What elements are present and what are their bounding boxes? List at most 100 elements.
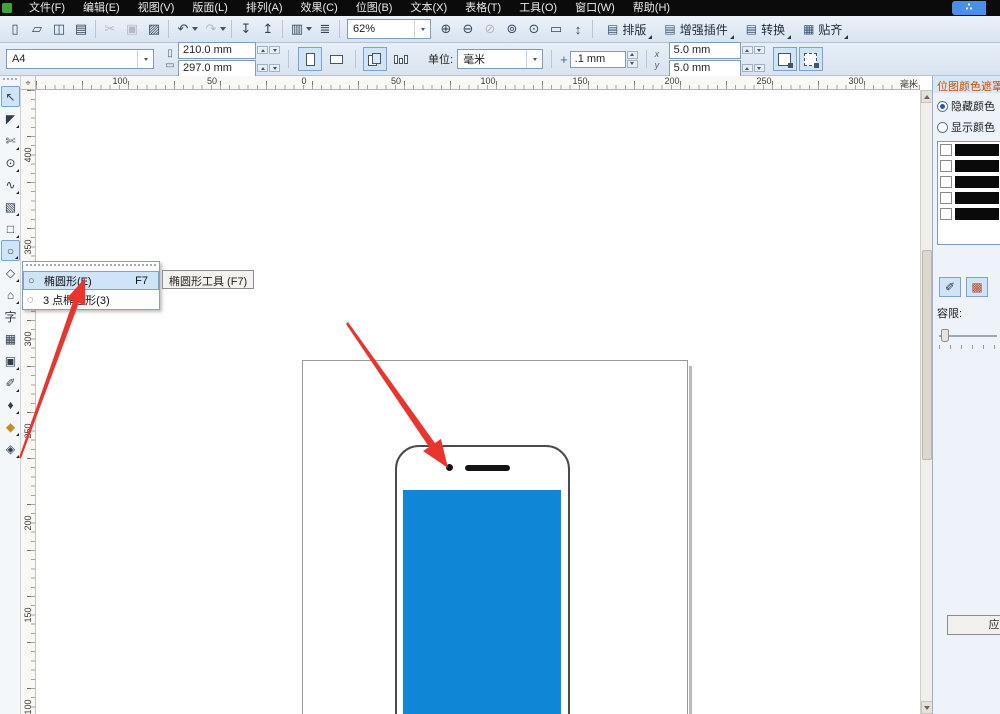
menu-effects[interactable]: 效果(C) (292, 0, 347, 16)
outline-pen-tool[interactable]: ♦ (1, 394, 20, 415)
zoom-in-icon[interactable]: ⊕ (435, 19, 457, 39)
mask-checkbox[interactable] (940, 192, 952, 204)
vertical-ruler[interactable]: 400 350 300 250 200 150 100 (21, 90, 36, 714)
height-spin-up[interactable] (257, 64, 268, 72)
paper-size-arrow[interactable] (137, 50, 153, 68)
facing-pages-button[interactable] (389, 47, 413, 71)
redo-dropdown-icon[interactable] (220, 27, 226, 31)
hide-colors-radio[interactable]: 隐藏颜色 (937, 98, 1000, 114)
menu-bitmaps[interactable]: 位图(B) (347, 0, 402, 16)
phone-body-shape[interactable] (395, 445, 570, 714)
app-launcher-dropdown-icon[interactable] (306, 27, 312, 31)
new-document-icon[interactable]: ▯ (4, 19, 26, 39)
rectangle-tool[interactable]: □ (1, 218, 20, 239)
table-tool[interactable]: ▦ (1, 328, 20, 349)
print-icon[interactable]: ▤ (70, 19, 92, 39)
tolerance-slider[interactable] (939, 329, 997, 343)
snap-to-button[interactable]: ▦ 贴齐 (796, 18, 849, 40)
paste-icon[interactable]: ▨ (143, 19, 165, 39)
portrait-button[interactable] (298, 47, 322, 71)
edit-color-button[interactable]: ▩ (966, 277, 988, 297)
nudge-offset-field[interactable]: .1 mm (569, 50, 626, 68)
vertical-scrollbar[interactable] (920, 90, 933, 714)
menu-help[interactable]: 帮助(H) (624, 0, 679, 16)
units-select[interactable]: 毫米 (457, 49, 544, 69)
menu-edit[interactable]: 编辑(E) (74, 0, 129, 16)
fill-tool[interactable]: ◆ (1, 416, 20, 437)
dupy-spin-down[interactable] (753, 64, 765, 72)
blend-tool[interactable]: ▣ (1, 350, 20, 371)
mask-row[interactable] (940, 192, 1000, 204)
landscape-button[interactable] (324, 47, 348, 71)
open-icon[interactable]: ▱ (26, 19, 48, 39)
menu-view[interactable]: 视图(V) (129, 0, 184, 16)
duplicate-x-field[interactable]: 5.0 mm (668, 41, 741, 59)
scrollbar-thumb[interactable] (922, 250, 932, 460)
all-pages-button[interactable] (363, 47, 387, 71)
zoom-all-icon[interactable]: ⊙ (523, 19, 545, 39)
color-selector-button[interactable]: ✐ (939, 277, 961, 297)
undo-icon[interactable]: ↶ (172, 19, 194, 39)
menu-file[interactable]: 文件(F) (20, 0, 74, 16)
basic-shapes-tool[interactable]: ⌂ (1, 284, 20, 305)
mask-checkbox[interactable] (940, 144, 952, 156)
cloud-overlay-button[interactable]: ∴ (952, 1, 986, 15)
dupy-spin-up[interactable] (741, 64, 753, 72)
typesetting-panel-button[interactable]: ▤ 排版 (600, 18, 653, 40)
show-colors-radio[interactable]: 显示颜色 (937, 119, 1000, 135)
zoom-tool[interactable]: ⊙ (1, 152, 20, 173)
polygon-tool[interactable]: ◇ (1, 262, 20, 283)
dupx-spin-up[interactable] (741, 46, 753, 54)
mask-row[interactable] (940, 160, 1000, 172)
mask-checkbox[interactable] (940, 176, 952, 188)
save-icon[interactable]: ◫ (48, 19, 70, 39)
menu-text[interactable]: 文本(X) (401, 0, 456, 16)
zoom-selected-icon[interactable]: ⊚ (501, 19, 523, 39)
paper-size-select[interactable]: A4 (6, 49, 154, 69)
flyout-drag-handle[interactable] (26, 264, 156, 269)
width-spin-up[interactable] (257, 46, 268, 54)
zoom-page-icon[interactable]: ▭ (545, 19, 567, 39)
options-icon[interactable]: ≣ (314, 19, 336, 39)
flyout-item-ellipse[interactable]: ○ 椭圆形(E) F7 (23, 271, 159, 290)
nudge-spin-up[interactable] (626, 50, 638, 59)
toolbox-drag-handle[interactable] (3, 78, 17, 84)
color-mask-list[interactable] (937, 141, 1000, 245)
app-launcher-icon[interactable]: ▥ (286, 19, 308, 39)
duplicate-y-field[interactable]: 5.0 mm (668, 59, 741, 77)
marquee-select-button[interactable] (798, 47, 823, 71)
zoom-out-icon[interactable]: ⊖ (457, 19, 479, 39)
menu-layout[interactable]: 版面(L) (183, 0, 236, 16)
flyout-item-3-point-ellipse[interactable]: ◌ 3 点椭圆形(3) (23, 290, 159, 309)
menu-arrange[interactable]: 排列(A) (237, 0, 292, 16)
freehand-tool[interactable]: ∿ (1, 174, 20, 195)
nudge-spin-down[interactable] (626, 59, 638, 68)
mask-row[interactable] (940, 144, 1000, 156)
drawing-canvas[interactable] (36, 90, 920, 714)
apply-button[interactable]: 应用 (947, 615, 1000, 635)
phone-camera-dot[interactable] (446, 464, 453, 471)
phone-screen-shape[interactable] (403, 490, 561, 714)
menu-tools[interactable]: 工具(O) (510, 0, 566, 16)
import-icon[interactable]: ↧ (235, 19, 257, 39)
menu-table[interactable]: 表格(T) (456, 0, 510, 16)
eyedropper-tool[interactable]: ✐ (1, 372, 20, 393)
slider-thumb[interactable] (941, 329, 949, 342)
zoom-level-select[interactable]: 62% (347, 19, 431, 39)
height-spin-down[interactable] (269, 64, 280, 72)
export-icon[interactable]: ↥ (257, 19, 279, 39)
paper-height-field[interactable]: 297.0 mm (178, 59, 256, 77)
shape-tool[interactable]: ◤ (1, 108, 20, 129)
enhanced-plugins-button[interactable]: ▤ 增强插件 (657, 18, 734, 40)
text-tool[interactable]: 字 (1, 306, 20, 327)
dupx-spin-down[interactable] (753, 46, 765, 54)
smart-fill-tool[interactable]: ▧ (1, 196, 20, 217)
zoom-page-width-icon[interactable]: ↕ (567, 19, 589, 39)
treat-as-filled-button[interactable] (772, 47, 797, 71)
units-arrow[interactable] (526, 50, 542, 68)
convert-button[interactable]: ▤ 转换 (739, 18, 792, 40)
menu-window[interactable]: 窗口(W) (566, 0, 624, 16)
ellipse-tool[interactable]: ○ (1, 240, 20, 261)
interactive-fill-tool[interactable]: ◈ (1, 438, 20, 459)
phone-speaker-bar[interactable] (465, 465, 510, 471)
